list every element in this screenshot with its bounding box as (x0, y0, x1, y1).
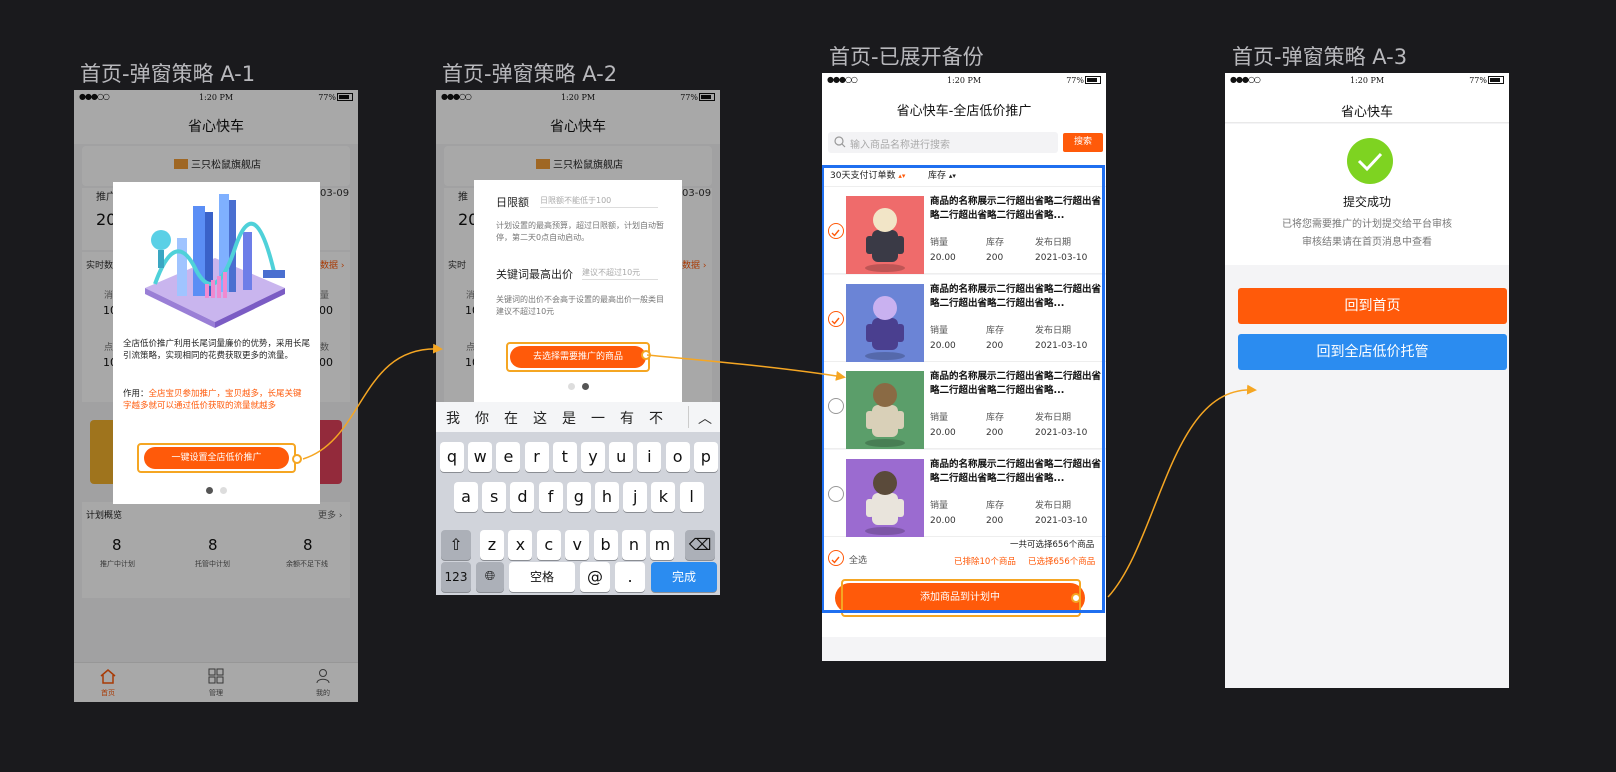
marketing-illustration (145, 194, 285, 328)
screen-expanded: ●●●○○ 1:20 PM 77% 省心快车-全店低价推广 输入商品名称进行搜索… (822, 73, 1106, 661)
status-bar: ●●●○○ 1:20 PM 77% (1225, 73, 1509, 87)
screen-a2: ●●●○○ 1:20 PM 77% 省心快车 三只松鼠旗舰店 推 03-09 2… (436, 90, 720, 595)
daily-limit-input[interactable]: 日限额不能低于100 (540, 194, 658, 208)
key-v[interactable]: v (565, 530, 590, 560)
key-h[interactable]: h (595, 482, 619, 512)
status-time: 1:20 PM (1349, 76, 1385, 85)
frame-title-a1: 首页-弹窗策略 A-1 (80, 62, 256, 86)
search-input[interactable]: 输入商品名称进行搜索 (828, 132, 1058, 153)
choose-goods-button[interactable]: 去选择需要推广的商品 (510, 346, 646, 368)
key-a[interactable]: a (454, 482, 478, 512)
key-j[interactable]: j (623, 482, 648, 512)
nav-title: 省心快车-全店低价推广 (896, 104, 1032, 119)
key-c[interactable]: c (536, 530, 561, 560)
budget-popup: 日限额 日限额不能低于100 计划设置的最高预算，超过日限额，计划自动暂停，第二… (474, 180, 682, 402)
space-key[interactable]: 空格 (509, 562, 575, 592)
success-check-icon (1347, 138, 1393, 184)
battery-percent: 77% (1066, 76, 1084, 85)
battery-icon (1488, 76, 1504, 84)
search-button[interactable]: 搜索 (1063, 133, 1103, 152)
keyword-bid-description: 关键词的出价不会高于设置的最高出价一般类目建议不超过10元 (496, 295, 664, 316)
search-icon (834, 136, 846, 148)
candidate-word[interactable]: 在 (504, 408, 518, 428)
candidate-word[interactable]: 不 (649, 408, 663, 428)
success-title: 提交成功 (1342, 195, 1391, 209)
key-d[interactable]: d (510, 482, 535, 512)
pager-dot (220, 487, 227, 494)
key-r[interactable]: r (524, 442, 549, 472)
key-q[interactable]: q (440, 442, 464, 472)
back-home-button[interactable]: 回到首页 (1238, 288, 1507, 324)
globe-key[interactable]: 🌐︎ (476, 562, 504, 592)
keyword-bid-input[interactable]: 建议不超过10元 (582, 266, 658, 280)
candidate-word[interactable]: 一 (591, 408, 605, 428)
pager-dot (568, 383, 575, 390)
pager-dot-active (582, 383, 589, 390)
key-s[interactable]: s (482, 482, 507, 512)
candidate-word[interactable]: 有 (620, 408, 634, 428)
back-to-hosting-button[interactable]: 回到全店低价托管 (1238, 334, 1507, 370)
battery-icon (1085, 76, 1101, 84)
done-key[interactable]: 完成 (651, 562, 717, 592)
popup-description: 全店低价推广利用长尾词量廉价的优势，采用长尾引流策略，实现相同的花费获取更多的流… (123, 339, 311, 361)
key-w[interactable]: w (468, 442, 493, 472)
popup-effect: 作用：全店宝贝参加推广，宝贝越多，长尾关键字越多就可以通过低价获取的流量就越多 (123, 389, 302, 411)
frame-title-a2: 首页-弹窗策略 A-2 (442, 62, 618, 86)
keyword-bid-label: 关键词最高出价 (496, 268, 573, 281)
key-z[interactable]: z (480, 530, 504, 560)
frame-title-expanded: 首页-已展开备份 (829, 45, 984, 69)
backspace-key[interactable]: ⌫ (685, 530, 715, 560)
flow-connector-dot (292, 454, 302, 464)
key-k[interactable]: k (651, 482, 676, 512)
key-l[interactable]: l (679, 482, 704, 512)
key-g[interactable]: g (566, 482, 591, 512)
key-t[interactable]: t (552, 442, 577, 472)
key-n[interactable]: n (622, 530, 646, 560)
key-o[interactable]: o (665, 442, 690, 472)
candidate-word[interactable]: 是 (562, 408, 576, 428)
keyboard: 我你在这是一有不 ︿ qwertyuiopasdfghjklzxcvbnm ⇧ … (436, 402, 720, 595)
key-i[interactable]: i (637, 442, 662, 472)
daily-limit-description: 计划设置的最高预算，超过日限额，计划自动暂停，第二天0点自动启动。 (496, 221, 664, 242)
key-e[interactable]: e (496, 442, 521, 472)
selection-frame (822, 165, 1105, 613)
key-u[interactable]: u (609, 442, 634, 472)
candidate-word[interactable]: 这 (533, 408, 547, 428)
key-y[interactable]: y (581, 442, 605, 472)
candidate-word[interactable]: 你 (475, 408, 489, 428)
pager-dot-active (206, 487, 213, 494)
collapse-chevron-icon[interactable]: ︿ (698, 408, 712, 428)
key-m[interactable]: m (650, 530, 675, 560)
popup-card: 全店低价推广利用长尾词量廉价的优势，采用长尾引流策略，实现相同的花费获取更多的流… (113, 182, 320, 504)
nav-title: 省心快车 (1340, 105, 1393, 120)
numbers-key[interactable]: 123 (441, 562, 471, 592)
status-time: 1:20 PM (946, 76, 982, 85)
key-b[interactable]: b (593, 530, 618, 560)
frame-title-a3: 首页-弹窗策略 A-3 (1232, 45, 1408, 69)
key-p[interactable]: p (693, 442, 718, 472)
shift-key[interactable]: ⇧ (441, 530, 471, 560)
dot-key[interactable]: . (615, 562, 645, 592)
key-f[interactable]: f (538, 482, 563, 512)
battery-percent: 77% (1469, 76, 1487, 85)
daily-limit-label: 日限额 (496, 196, 529, 209)
flow-connector-dot (1071, 593, 1081, 603)
at-key[interactable]: @ (580, 562, 610, 592)
screen-a1: ●●●○○ 1:20 PM 77% 省心快车 三只松鼠旗舰店 推广 03-09 … (74, 90, 358, 702)
key-x[interactable]: x (508, 530, 533, 560)
one-click-setup-button[interactable]: 一键设置全店低价推广 (144, 447, 289, 469)
success-message-line1: 已将您需要推广的计划提交给平台审核 (1282, 219, 1452, 230)
candidate-word[interactable]: 我 (446, 408, 460, 428)
screen-a3: ●●●○○ 1:20 PM 77% 省心快车 提交成功 已将您需要推广的计划提交… (1225, 73, 1509, 688)
flow-connector-dot (641, 350, 651, 360)
status-bar: ●●●○○ 1:20 PM 77% (822, 73, 1106, 87)
success-message-line2: 审核结果请在首页消息中查看 (1302, 237, 1432, 248)
